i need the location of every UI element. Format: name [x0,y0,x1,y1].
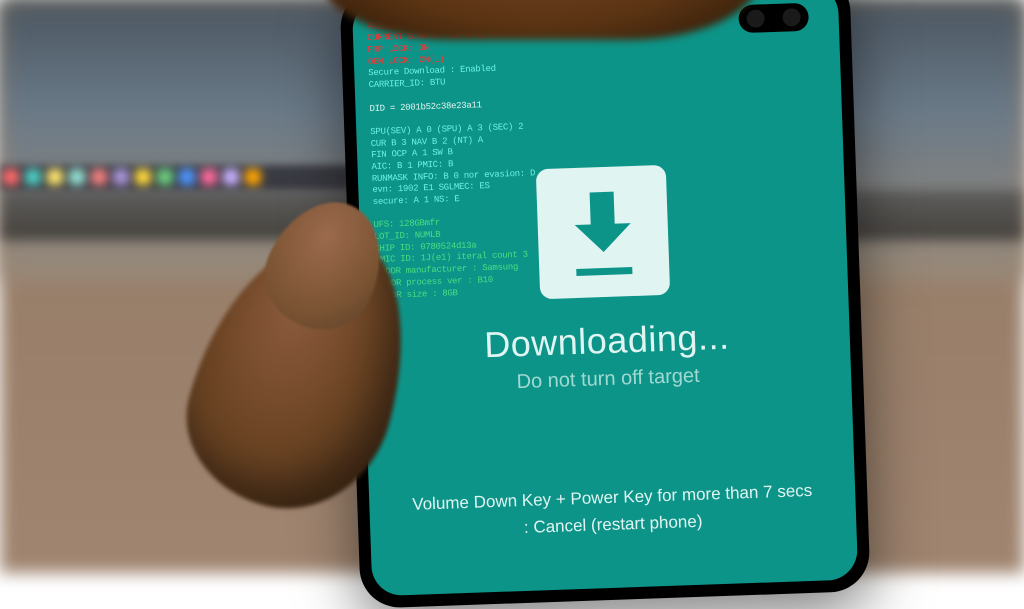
taskbar-icon [201,169,217,185]
main-status-text: Downloading... Do not turn off target [363,312,851,400]
taskbar-icon [245,169,261,185]
camera-cutout [738,3,809,33]
taskbar [0,165,360,190]
phone-device: ODIN MODE (USB: HIGH-SPEED)PRODUCT NAME:… [339,0,870,609]
taskbar-icon [25,169,41,185]
taskbar-icon [47,169,63,185]
taskbar-icon [157,169,173,185]
debug-info-panel: ODIN MODE (USB: HIGH-SPEED)PRODUCT NAME:… [366,4,539,302]
arrow-down-icon [567,191,640,273]
taskbar-icon [135,169,151,185]
taskbar-icon [113,169,129,185]
phone-screen: ODIN MODE (USB: HIGH-SPEED)PRODUCT NAME:… [352,0,859,596]
taskbar-icon [91,169,107,185]
cancel-instructions: Volume Down Key + Power Key for more tha… [369,475,857,546]
download-icon [536,165,670,299]
download-underline [576,267,632,276]
taskbar-icon [179,169,195,185]
taskbar-icon [69,169,85,185]
taskbar-icon [3,169,19,185]
taskbar-icon [223,169,239,185]
